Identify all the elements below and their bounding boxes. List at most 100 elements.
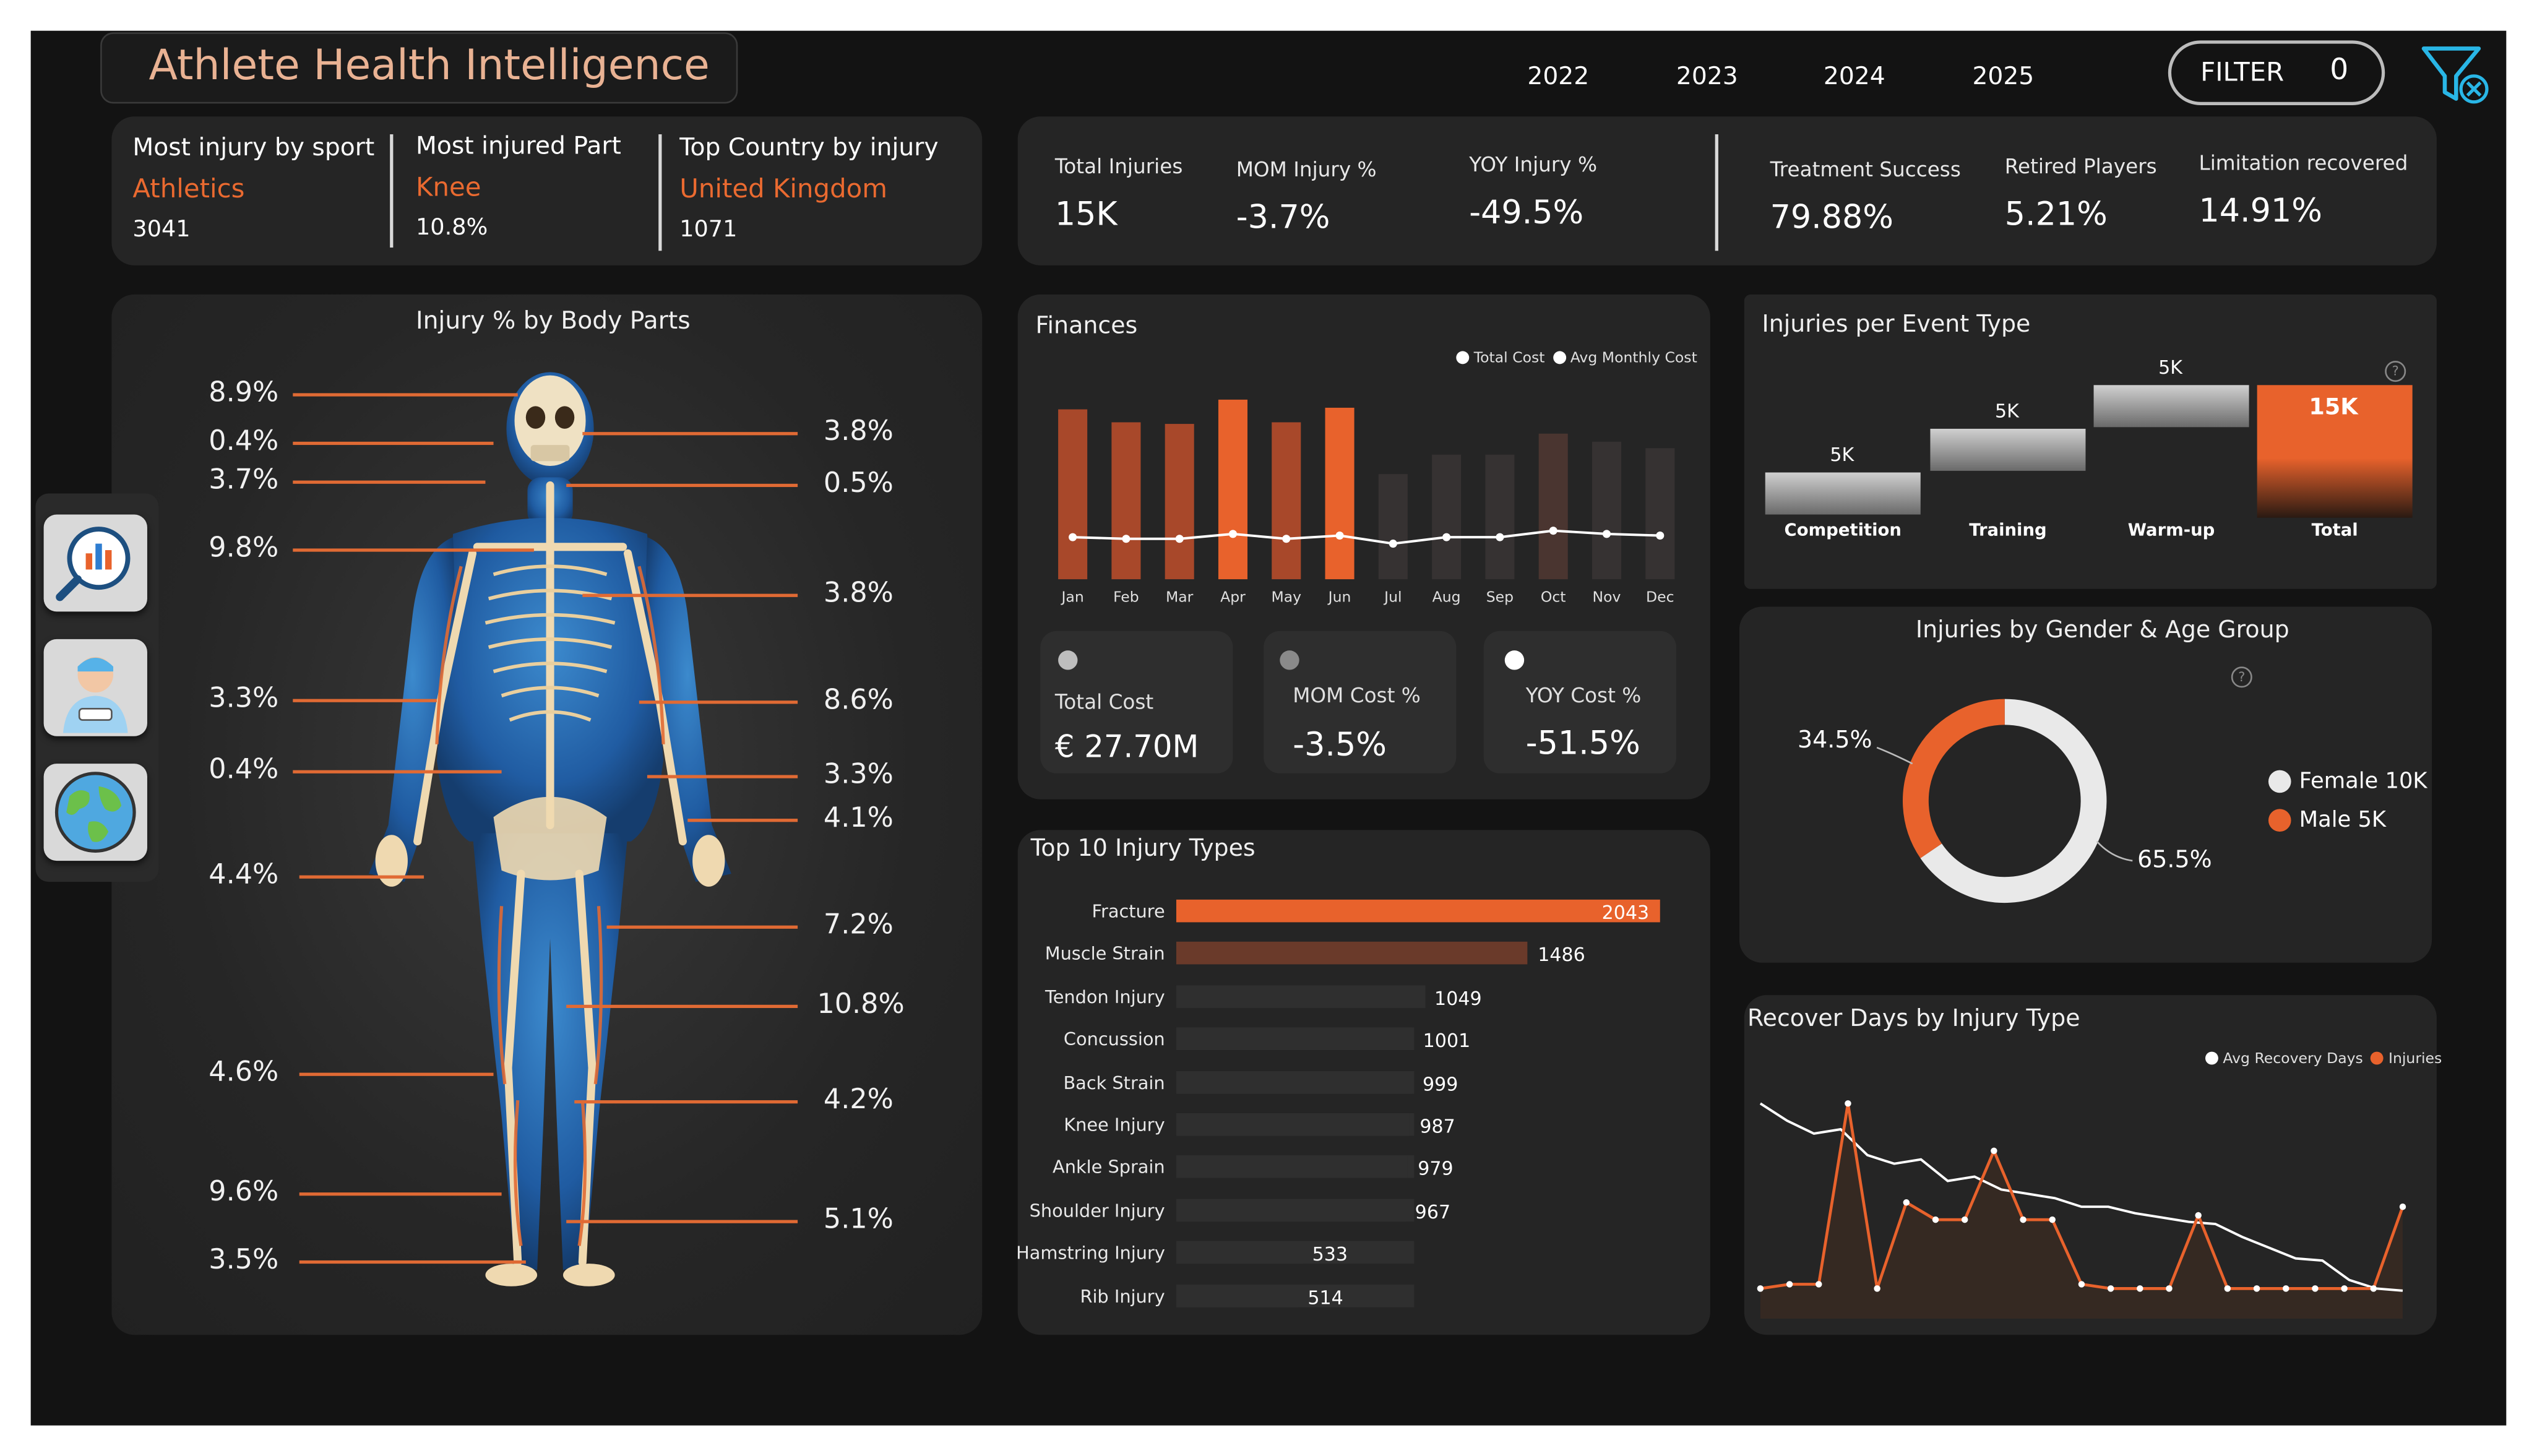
event-category-label: Training [1969,520,2047,541]
finances-legend: Total Cost Avg Monthly Cost [1456,351,1697,368]
event-bar [2093,385,2249,428]
donut-slice[interactable] [1903,699,2005,858]
injury-bar [1176,1155,1408,1179]
analytics-nav-button[interactable] [43,514,147,612]
donut-label-male: 34.5% [1798,728,1872,754]
injury-value-label: 999 [1422,1072,1458,1095]
mom-injury-value: -3.7% [1236,197,1330,236]
body-part-leader-line [293,441,494,446]
avg-cost-point[interactable] [1282,535,1291,543]
injuries-point[interactable] [1874,1285,1880,1292]
finance-bar[interactable] [1432,454,1462,580]
injuries-point[interactable] [1903,1199,1910,1206]
globe-icon [54,772,136,853]
body-part-value-right: 0.5% [823,467,894,500]
finance-bar[interactable] [1165,424,1194,580]
injuries-point[interactable] [2020,1216,2027,1223]
injuries-point[interactable] [2195,1212,2202,1219]
injuries-point[interactable] [1845,1100,1851,1107]
injuries-point[interactable] [2253,1285,2260,1292]
injuries-point[interactable] [2137,1285,2143,1292]
finance-bar[interactable] [1111,422,1141,580]
avg-cost-point[interactable] [1549,527,1557,535]
avg-cost-point[interactable] [1335,531,1344,540]
avg-cost-point[interactable] [1122,535,1131,543]
injuries-point[interactable] [2078,1281,2085,1288]
avg-cost-point[interactable] [1228,530,1238,538]
clear-filter-icon[interactable] [2421,44,2495,109]
injuries-point[interactable] [1786,1281,1793,1288]
year-2024[interactable]: 2024 [1824,61,1885,90]
injury-types-title: Top 10 Injury Types [1030,836,1256,863]
help-icon[interactable]: ? [2385,361,2406,382]
injury-type-label: Hamstring Injury [1016,1243,1165,1264]
finance-bar[interactable] [1325,407,1355,580]
injured-athlete-icon [62,657,128,733]
legend-total-cost: Total Cost [1473,351,1545,368]
total-injuries-label: Total Injuries [1054,153,1183,178]
injuries-point[interactable] [2399,1203,2406,1210]
month-tick-label: Oct [1541,588,1566,606]
total-cost-label: Total Cost [1054,689,1154,714]
injuries-point[interactable] [2283,1285,2289,1292]
injuries-point[interactable] [2312,1285,2319,1292]
body-part-leader-line [574,1100,798,1104]
injury-bar [1176,942,1528,965]
divider [390,134,394,248]
avg-cost-point[interactable] [1442,533,1451,541]
injury-type-label: Muscle Strain [1045,944,1165,965]
legend-dot [1456,351,1470,364]
body-part-value-right: 4.1% [823,802,894,835]
country-count: 1071 [679,217,738,243]
injuries-point[interactable] [2341,1285,2348,1292]
avg-cost-point[interactable] [1496,533,1504,541]
injuries-point[interactable] [1961,1216,1968,1223]
finance-bar[interactable] [1058,409,1088,580]
avg-cost-point[interactable] [1175,535,1184,543]
injuries-point[interactable] [2049,1216,2056,1223]
finance-bar[interactable] [1378,474,1408,580]
globe-nav-button[interactable] [43,764,147,861]
avg-cost-point[interactable] [1069,533,1077,541]
injuries-point[interactable] [1991,1147,1997,1155]
body-part-value-left: 4.6% [209,1056,279,1089]
finance-bar[interactable] [1645,448,1675,580]
injury-type-label: Shoulder Injury [1029,1200,1165,1221]
injuries-point[interactable] [2107,1285,2114,1292]
avg-cost-point[interactable] [1602,530,1611,538]
part-value: Knee [416,171,481,202]
injuries-point[interactable] [1816,1281,1822,1288]
finance-bar[interactable] [1272,422,1301,580]
sport-value: Athletics [132,173,245,204]
month-tick-label: Jun [1327,588,1351,606]
body-part-leader-line [606,925,798,929]
avg-cost-point[interactable] [1389,540,1397,548]
finance-bar[interactable] [1485,454,1515,580]
limitation-value: 14.91% [2199,191,2322,230]
injuries-point[interactable] [2166,1285,2173,1292]
body-part-value-left: 3.5% [209,1244,279,1277]
finance-bar[interactable] [1218,399,1248,580]
divider [658,134,662,251]
retired-value: 5.21% [2004,194,2108,233]
injuries-point[interactable] [2370,1285,2377,1292]
month-tick-label: May [1271,588,1301,606]
status-dot [1504,650,1525,670]
injury-type-label: Tendon Injury [1045,986,1165,1008]
injury-type-label: Fracture [1092,901,1165,923]
legend-injuries: Injuries [2388,1051,2442,1068]
body-part-value-left: 4.4% [209,859,279,892]
athlete-nav-button[interactable] [43,639,147,736]
finance-bar[interactable] [1538,433,1568,580]
gender-title: Injuries by Gender & Age Group [1915,618,2289,644]
injuries-point[interactable] [2224,1285,2231,1292]
finance-bar[interactable] [1592,441,1622,580]
injuries-point[interactable] [1932,1216,1939,1223]
avg-cost-point[interactable] [1656,531,1665,540]
year-2025[interactable]: 2025 [1972,61,2034,90]
year-2022[interactable]: 2022 [1527,61,1589,90]
help-icon[interactable]: ? [2231,666,2252,688]
page-title: Athlete Health Intelligence [149,41,710,91]
injuries-point[interactable] [1757,1285,1764,1292]
year-2023[interactable]: 2023 [1676,61,1738,90]
